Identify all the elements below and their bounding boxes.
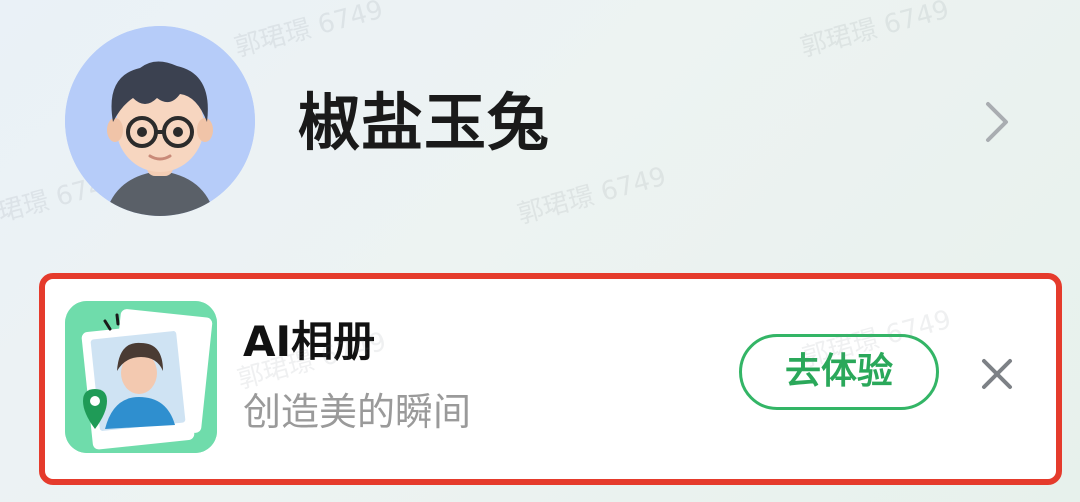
ai-album-card[interactable]: AI相册 创造美的瞬间 去体验 — [39, 273, 1062, 485]
avatar[interactable] — [65, 26, 255, 216]
close-icon[interactable] — [980, 357, 1014, 391]
username: 椒盐玉兔 — [298, 86, 551, 159]
ai-album-app-icon — [65, 301, 217, 453]
avatar-icon — [65, 26, 255, 216]
card-title: AI相册 — [243, 317, 376, 366]
chevron-right-icon[interactable] — [980, 98, 1014, 146]
try-button[interactable]: 去体验 — [739, 334, 939, 410]
profile-row[interactable]: 椒盐玉兔 — [0, 0, 1080, 245]
card-subtitle: 创造美的瞬间 — [243, 390, 472, 434]
